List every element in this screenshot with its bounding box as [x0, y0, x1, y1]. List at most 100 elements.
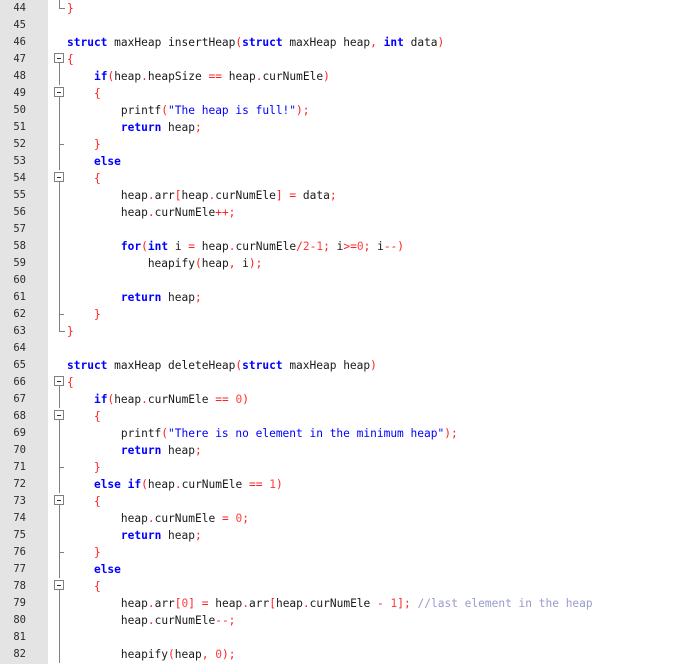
code-line[interactable]: 66 { — [0, 374, 700, 391]
code-text: for(int i = heap.curNumEle/2-1; i>=0; i-… — [67, 238, 404, 255]
code-text: heap.curNumEle++; — [67, 204, 236, 221]
code-line[interactable]: 58 for(int i = heap.curNumEle/2-1; i>=0;… — [0, 238, 700, 255]
code-line[interactable]: 63} — [0, 323, 700, 340]
code-token: ; — [255, 257, 263, 270]
code-area[interactable]: 44} 45 46 struct maxHeap insertHeap(struct … — [0, 0, 700, 663]
fold-toggle-icon[interactable] — [54, 87, 64, 97]
code-token: . — [147, 614, 155, 627]
code-token: arr — [248, 597, 270, 610]
code-token: struct — [67, 359, 108, 372]
code-token: heap — [67, 512, 148, 525]
code-line[interactable]: 53 else — [0, 153, 700, 170]
code-text: heapify(heap, i); — [67, 255, 263, 272]
code-line[interactable]: 49 { — [0, 85, 700, 102]
code-line[interactable]: 69 printf("There is no element in the mi… — [0, 425, 700, 442]
fold-toggle-icon[interactable] — [54, 376, 64, 386]
code-editor[interactable]: 44} 45 46 struct maxHeap insertHeap(struct … — [0, 0, 700, 664]
line-number: 76 — [13, 546, 26, 558]
fold-line — [59, 425, 60, 442]
code-text: } — [67, 544, 101, 561]
fold-toggle-icon[interactable] — [54, 53, 64, 63]
code-line[interactable]: 48 if(heap.heapSize == heap.curNumEle) — [0, 68, 700, 85]
code-line[interactable]: 65 struct maxHeap deleteHeap(struct maxHe… — [0, 357, 700, 374]
code-line[interactable]: 75 return heap; — [0, 527, 700, 544]
code-token: heap — [174, 648, 202, 661]
line-number: 60 — [13, 274, 26, 286]
fold-line — [59, 646, 60, 663]
code-line[interactable]: 52 } — [0, 136, 700, 153]
code-token: . — [174, 478, 182, 491]
code-text: return heap; — [67, 119, 202, 136]
code-line[interactable]: 71 } — [0, 459, 700, 476]
code-token: ( — [168, 648, 175, 661]
code-line[interactable]: 56 heap.curNumEle++; — [0, 204, 700, 221]
code-line[interactable]: 62 } — [0, 306, 700, 323]
code-text: heap.curNumEle--; — [67, 612, 236, 629]
code-token: //last element in the heap — [417, 597, 593, 610]
code-token: i — [370, 240, 384, 253]
code-token: 1 — [269, 478, 276, 491]
fold-toggle-icon[interactable] — [54, 495, 64, 505]
code-token: , — [201, 648, 209, 661]
code-line[interactable]: 82 heapify(heap, 0); — [0, 646, 700, 663]
code-token: arr — [154, 189, 175, 202]
code-token: curNumEle — [154, 614, 216, 627]
code-line[interactable]: 81 — [0, 629, 700, 646]
code-line[interactable]: 73 { — [0, 493, 700, 510]
fold-line — [59, 442, 60, 459]
code-line[interactable]: 54 { — [0, 170, 700, 187]
code-line[interactable]: 50 printf("The heap is full!"); — [0, 102, 700, 119]
fold-toggle-icon[interactable] — [54, 580, 64, 590]
code-token: } — [67, 325, 74, 338]
code-token: return — [120, 121, 162, 134]
code-line[interactable]: 79 heap.arr[0] = heap.arr[heap.curNumEle… — [0, 595, 700, 612]
code-token: { — [67, 53, 74, 66]
code-line[interactable]: 67 if(heap.curNumEle == 0) — [0, 391, 700, 408]
code-line[interactable]: 44} — [0, 0, 700, 17]
code-token: { — [93, 87, 101, 100]
code-token: . — [141, 393, 148, 406]
fold-toggle-icon[interactable] — [54, 172, 64, 182]
code-token: . — [147, 189, 155, 202]
code-line[interactable]: 76 } — [0, 544, 700, 561]
code-line[interactable]: 74 heap.curNumEle = 0; — [0, 510, 700, 527]
code-line[interactable]: 51 return heap; — [0, 119, 700, 136]
code-line[interactable]: 70 return heap; — [0, 442, 700, 459]
code-line[interactable]: 47 { — [0, 51, 700, 68]
code-token: printf — [67, 104, 162, 117]
code-token: heap — [147, 478, 175, 491]
code-line[interactable]: 64 — [0, 340, 700, 357]
code-line[interactable]: 57 — [0, 221, 700, 238]
code-line[interactable]: 77 else — [0, 561, 700, 578]
code-token: ; — [228, 648, 236, 661]
code-line[interactable]: 55 heap.arr[heap.curNumEle] = data; — [0, 187, 700, 204]
code-line[interactable]: 68 { — [0, 408, 700, 425]
code-token: heap — [275, 597, 303, 610]
code-token: curNumEle — [262, 70, 324, 83]
fold-toggle-icon[interactable] — [54, 410, 64, 420]
code-text: } — [67, 459, 101, 476]
code-line[interactable]: 72 else if(heap.curNumEle == 1) — [0, 476, 700, 493]
code-line[interactable]: 80 heap.curNumEle--; — [0, 612, 700, 629]
code-text: } — [67, 0, 74, 17]
code-line[interactable]: 46 struct maxHeap insertHeap(struct maxHe… — [0, 34, 700, 51]
line-number: 44 — [13, 2, 26, 14]
code-token: if — [93, 393, 108, 406]
code-token: ) — [370, 359, 377, 372]
code-line[interactable]: 78 { — [0, 578, 700, 595]
line-number: 64 — [13, 342, 26, 354]
code-line[interactable]: 45 — [0, 17, 700, 34]
code-line[interactable]: 59 heapify(heap, i); — [0, 255, 700, 272]
line-number: 45 — [13, 19, 26, 31]
code-token: struct — [242, 36, 283, 49]
code-token: arr — [154, 597, 175, 610]
code-line[interactable]: 60 — [0, 272, 700, 289]
code-line[interactable]: 61 return heap; — [0, 289, 700, 306]
code-token: ; — [404, 597, 411, 610]
